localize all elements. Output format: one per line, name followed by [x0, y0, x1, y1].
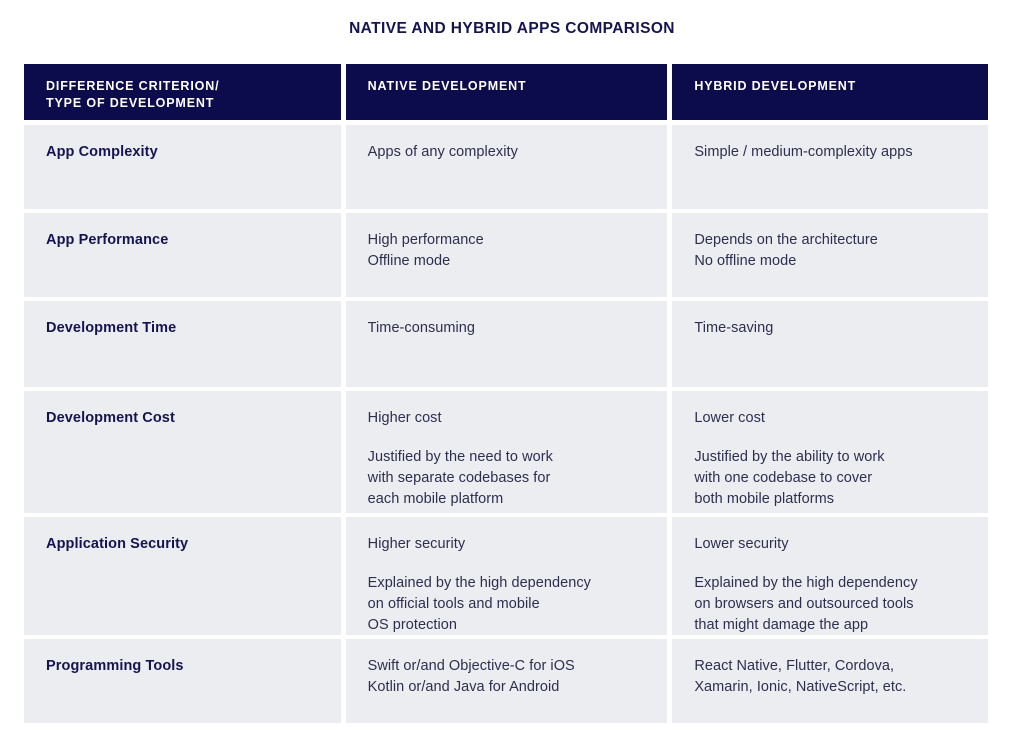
native-cell: Time-consuming [345, 301, 668, 387]
hybrid-text-primary: Lower cost [694, 410, 765, 426]
page-title: NATIVE AND HYBRID APPS COMPARISON [349, 20, 675, 37]
criterion-cell: Development Cost [24, 391, 341, 513]
hybrid-text: Depends on the architecture No offline m… [694, 232, 878, 269]
native-cell: High performance Offline mode [345, 213, 668, 297]
hybrid-cell: Simple / medium-complexity apps [672, 125, 988, 209]
native-cell: Apps of any complexity [345, 125, 668, 209]
native-text-primary: Higher security [367, 536, 466, 552]
hybrid-text: Time-saving [694, 320, 774, 336]
native-text-primary: Higher cost [367, 410, 442, 426]
table-row: Programming Tools Swift or/and Objective… [24, 639, 988, 723]
table-header-row: DIFFERENCE CRITERION/ TYPE OF DEVELOPMEN… [24, 64, 988, 120]
header-label-hybrid: HYBRID DEVELOPMENT [694, 79, 857, 93]
native-cell: Swift or/and Objective-C for iOS Kotlin … [345, 639, 668, 723]
criterion-cell: Programming Tools [24, 639, 341, 723]
native-cell: Higher security Explained by the high de… [345, 517, 668, 635]
table-row: App Performance High performance Offline… [24, 213, 988, 297]
criterion-label: App Performance [46, 232, 169, 248]
criterion-label: App Complexity [46, 144, 158, 160]
table-row: Development Time Time-consuming Time-sav… [24, 301, 988, 387]
header-cell-hybrid: HYBRID DEVELOPMENT [672, 64, 988, 120]
header-label-criterion: DIFFERENCE CRITERION/ TYPE OF DEVELOPMEN… [46, 79, 220, 110]
native-cell: Higher cost Justified by the need to wor… [345, 391, 668, 513]
native-text: Time-consuming [367, 320, 476, 336]
table-row: Application Security Higher security Exp… [24, 517, 988, 635]
hybrid-cell: Lower security Explained by the high dep… [672, 517, 988, 635]
hybrid-text-primary: Lower security [694, 536, 789, 552]
hybrid-text-detail: Justified by the ability to work with on… [694, 449, 885, 507]
native-text: Swift or/and Objective-C for iOS Kotlin … [367, 658, 575, 695]
hybrid-cell: Lower cost Justified by the ability to w… [672, 391, 988, 513]
header-cell-native: NATIVE DEVELOPMENT [345, 64, 668, 120]
header-label-native: NATIVE DEVELOPMENT [367, 79, 527, 93]
native-text-detail: Explained by the high dependency on offi… [367, 575, 591, 633]
table-row: Development Cost Higher cost Justified b… [24, 391, 988, 513]
criterion-cell: App Complexity [24, 125, 341, 209]
hybrid-text: Simple / medium-complexity apps [694, 144, 913, 160]
hybrid-cell: Depends on the architecture No offline m… [672, 213, 988, 297]
native-text: Apps of any complexity [367, 144, 518, 160]
criterion-cell: Application Security [24, 517, 341, 635]
table-row: App Complexity Apps of any complexity Si… [24, 125, 988, 209]
criterion-label: Development Cost [46, 410, 175, 426]
native-text: High performance Offline mode [367, 232, 484, 269]
native-text-detail: Justified by the need to work with separ… [367, 449, 553, 507]
comparison-table: DIFFERENCE CRITERION/ TYPE OF DEVELOPMEN… [24, 64, 988, 727]
comparison-table-page: NATIVE AND HYBRID APPS COMPARISON DIFFER… [0, 0, 1024, 741]
header-cell-criterion: DIFFERENCE CRITERION/ TYPE OF DEVELOPMEN… [24, 64, 341, 120]
criterion-label: Development Time [46, 320, 177, 336]
criterion-label: Programming Tools [46, 658, 184, 674]
hybrid-cell: React Native, Flutter, Cordova, Xamarin,… [672, 639, 988, 723]
hybrid-text: React Native, Flutter, Cordova, Xamarin,… [694, 658, 907, 695]
hybrid-cell: Time-saving [672, 301, 988, 387]
criterion-cell: App Performance [24, 213, 341, 297]
criterion-label: Application Security [46, 536, 189, 552]
hybrid-text-detail: Explained by the high dependency on brow… [694, 575, 918, 633]
criterion-cell: Development Time [24, 301, 341, 387]
